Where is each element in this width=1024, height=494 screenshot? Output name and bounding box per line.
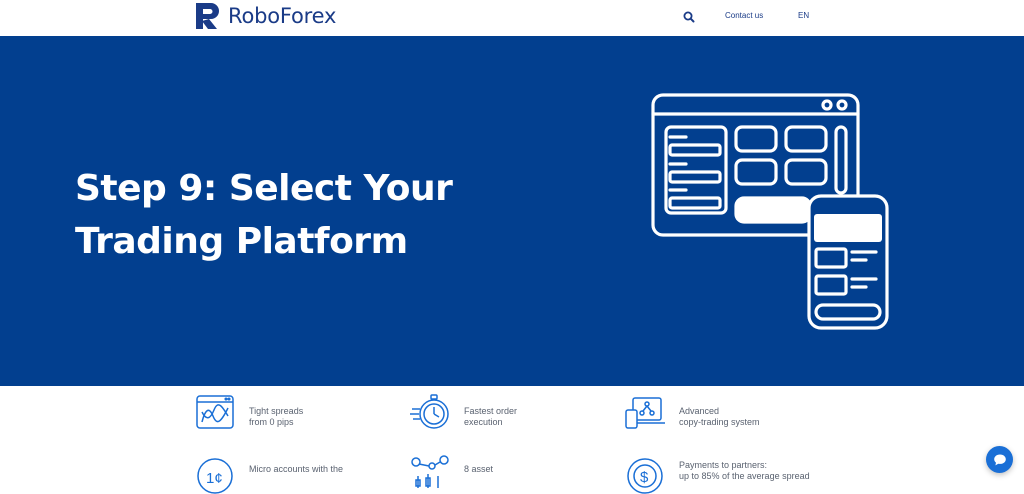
copy-trading-icon	[625, 397, 665, 429]
feature-line-1: Advanced	[679, 406, 720, 416]
logo[interactable]: RoboForex	[195, 2, 336, 30]
search-icon[interactable]	[682, 10, 696, 24]
stopwatch-icon	[410, 394, 449, 429]
feature-line-2: execution	[464, 417, 503, 427]
feature-line-2: copy-trading system	[679, 417, 760, 427]
chat-bubble-icon	[993, 454, 1006, 465]
feature-micro-accounts: 1¢ Micro accounts with the	[195, 454, 343, 494]
feature-text: Payments to partners: up to 85% of the a…	[679, 454, 810, 482]
chart-icon	[196, 395, 234, 429]
dollar-coin-icon: $	[627, 458, 663, 494]
contact-us-link[interactable]: Contact us	[725, 11, 763, 20]
feature-line-1: Payments to partners:	[679, 460, 768, 470]
page-title: Step 9: Select Your Trading Platform	[75, 162, 515, 268]
live-chat-button[interactable]	[986, 446, 1013, 473]
feature-text: Fastest order execution	[464, 392, 517, 428]
feature-text: 8 asset	[464, 454, 493, 475]
title-line-2: Trading Platform	[75, 221, 408, 262]
brand-name: RoboForex	[228, 4, 337, 28]
feature-line-2: up to 85% of the average spread	[679, 471, 810, 481]
cent-coin-icon: 1¢	[197, 458, 233, 494]
feature-line-1: Tight spreads	[249, 406, 304, 416]
svg-text:$: $	[640, 469, 649, 486]
feature-partner-payments: $ Payments to partners: up to 85% of the…	[625, 454, 810, 494]
assets-icon	[411, 455, 449, 488]
feature-text: Micro accounts with the	[249, 454, 343, 475]
feature-line-1: Micro accounts with the	[249, 464, 344, 474]
svg-text:1¢: 1¢	[206, 470, 223, 487]
trading-platform-illustration	[651, 93, 889, 330]
feature-asset-types: 8 asset	[410, 454, 493, 494]
feature-line-2: from 0 pips	[249, 417, 294, 427]
roboforex-logo-icon	[196, 3, 219, 29]
feature-copy-trading: Advanced copy-trading system	[625, 392, 760, 432]
feature-tight-spreads: Tight spreads from 0 pips	[195, 392, 303, 432]
feature-line-1: Fastest order	[464, 406, 518, 416]
site-header: RoboForex Contact us EN	[0, 0, 1024, 36]
feature-fast-execution: Fastest order execution	[410, 392, 517, 432]
feature-text: Advanced copy-trading system	[679, 392, 760, 428]
title-line-1: Step 9: Select Your	[75, 168, 453, 209]
feature-text: Tight spreads from 0 pips	[249, 392, 303, 428]
language-selector[interactable]: EN	[798, 11, 809, 20]
feature-line-1: 8 asset	[464, 464, 494, 474]
